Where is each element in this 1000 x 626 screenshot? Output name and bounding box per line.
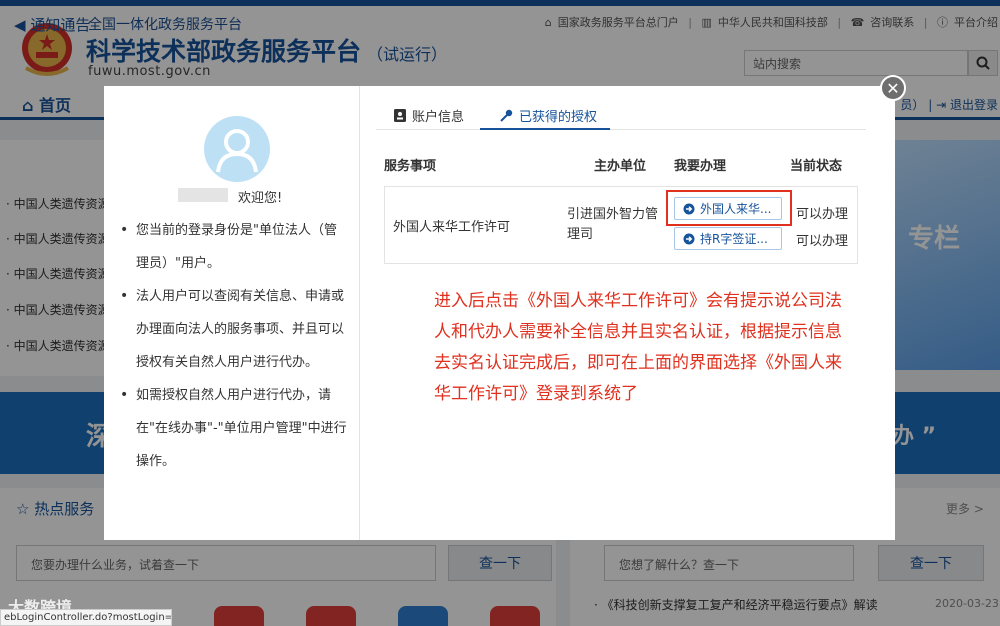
organizer-name: 引进国外智力管理司 (567, 207, 659, 242)
status-bar-url: ebLoginController.do?mostLogin=true (0, 609, 172, 626)
avatar (204, 116, 270, 182)
column-header: 当前状态 (790, 159, 843, 174)
username-redacted (178, 188, 228, 202)
info-list: 您当前的登录身份是"单位法人（管理员）"用户。 法人用户可以查阅有关信息、申请或… (118, 214, 348, 478)
service-name: 外国人来华工作许可 (393, 220, 511, 235)
key-icon (500, 109, 513, 122)
close-button[interactable]: ✕ (880, 75, 906, 101)
column-header: 我要办理 (674, 159, 727, 174)
arrow-circle-icon (683, 233, 695, 244)
info-item: 法人用户可以查阅有关信息、申请或办理面向法人的服务事项、并且可以授权有关自然人用… (118, 280, 348, 379)
active-tab-indicator (480, 128, 610, 130)
apply-r-visa-button[interactable]: 持R字签证... (674, 227, 782, 250)
highlight-box (666, 190, 792, 226)
id-card-icon (394, 109, 406, 122)
info-item: 您当前的登录身份是"单位法人（管理员）"用户。 (118, 214, 348, 280)
info-item: 如需授权自然人用户进行代办，请在"在线办事"-"单位用户管理"中进行操作。 (118, 379, 348, 478)
column-header: 主办单位 (594, 159, 647, 174)
user-info-modal: 欢迎您! 您当前的登录身份是"单位法人（管理员）"用户。 法人用户可以查阅有关信… (104, 86, 895, 540)
column-header: 服务事项 (384, 159, 437, 174)
user-info-pane: 欢迎您! 您当前的登录身份是"单位法人（管理员）"用户。 法人用户可以查阅有关信… (104, 86, 360, 540)
tab-account-info[interactable]: 账户信息 (394, 106, 464, 125)
annotation-text: 进入后点击《外国人来华工作许可》会有提示说公司法人和代办人需要补全信息并且实名认… (434, 291, 842, 404)
modal-tabs: 账户信息 已获得的授权 (376, 98, 866, 130)
status-text: 可以办理 (796, 234, 849, 249)
welcome-text: 欢迎您! (238, 191, 283, 206)
status-text: 可以办理 (796, 207, 849, 222)
user-icon (216, 129, 258, 173)
close-icon: ✕ (886, 78, 900, 98)
tab-authorizations[interactable]: 已获得的授权 (500, 106, 597, 125)
